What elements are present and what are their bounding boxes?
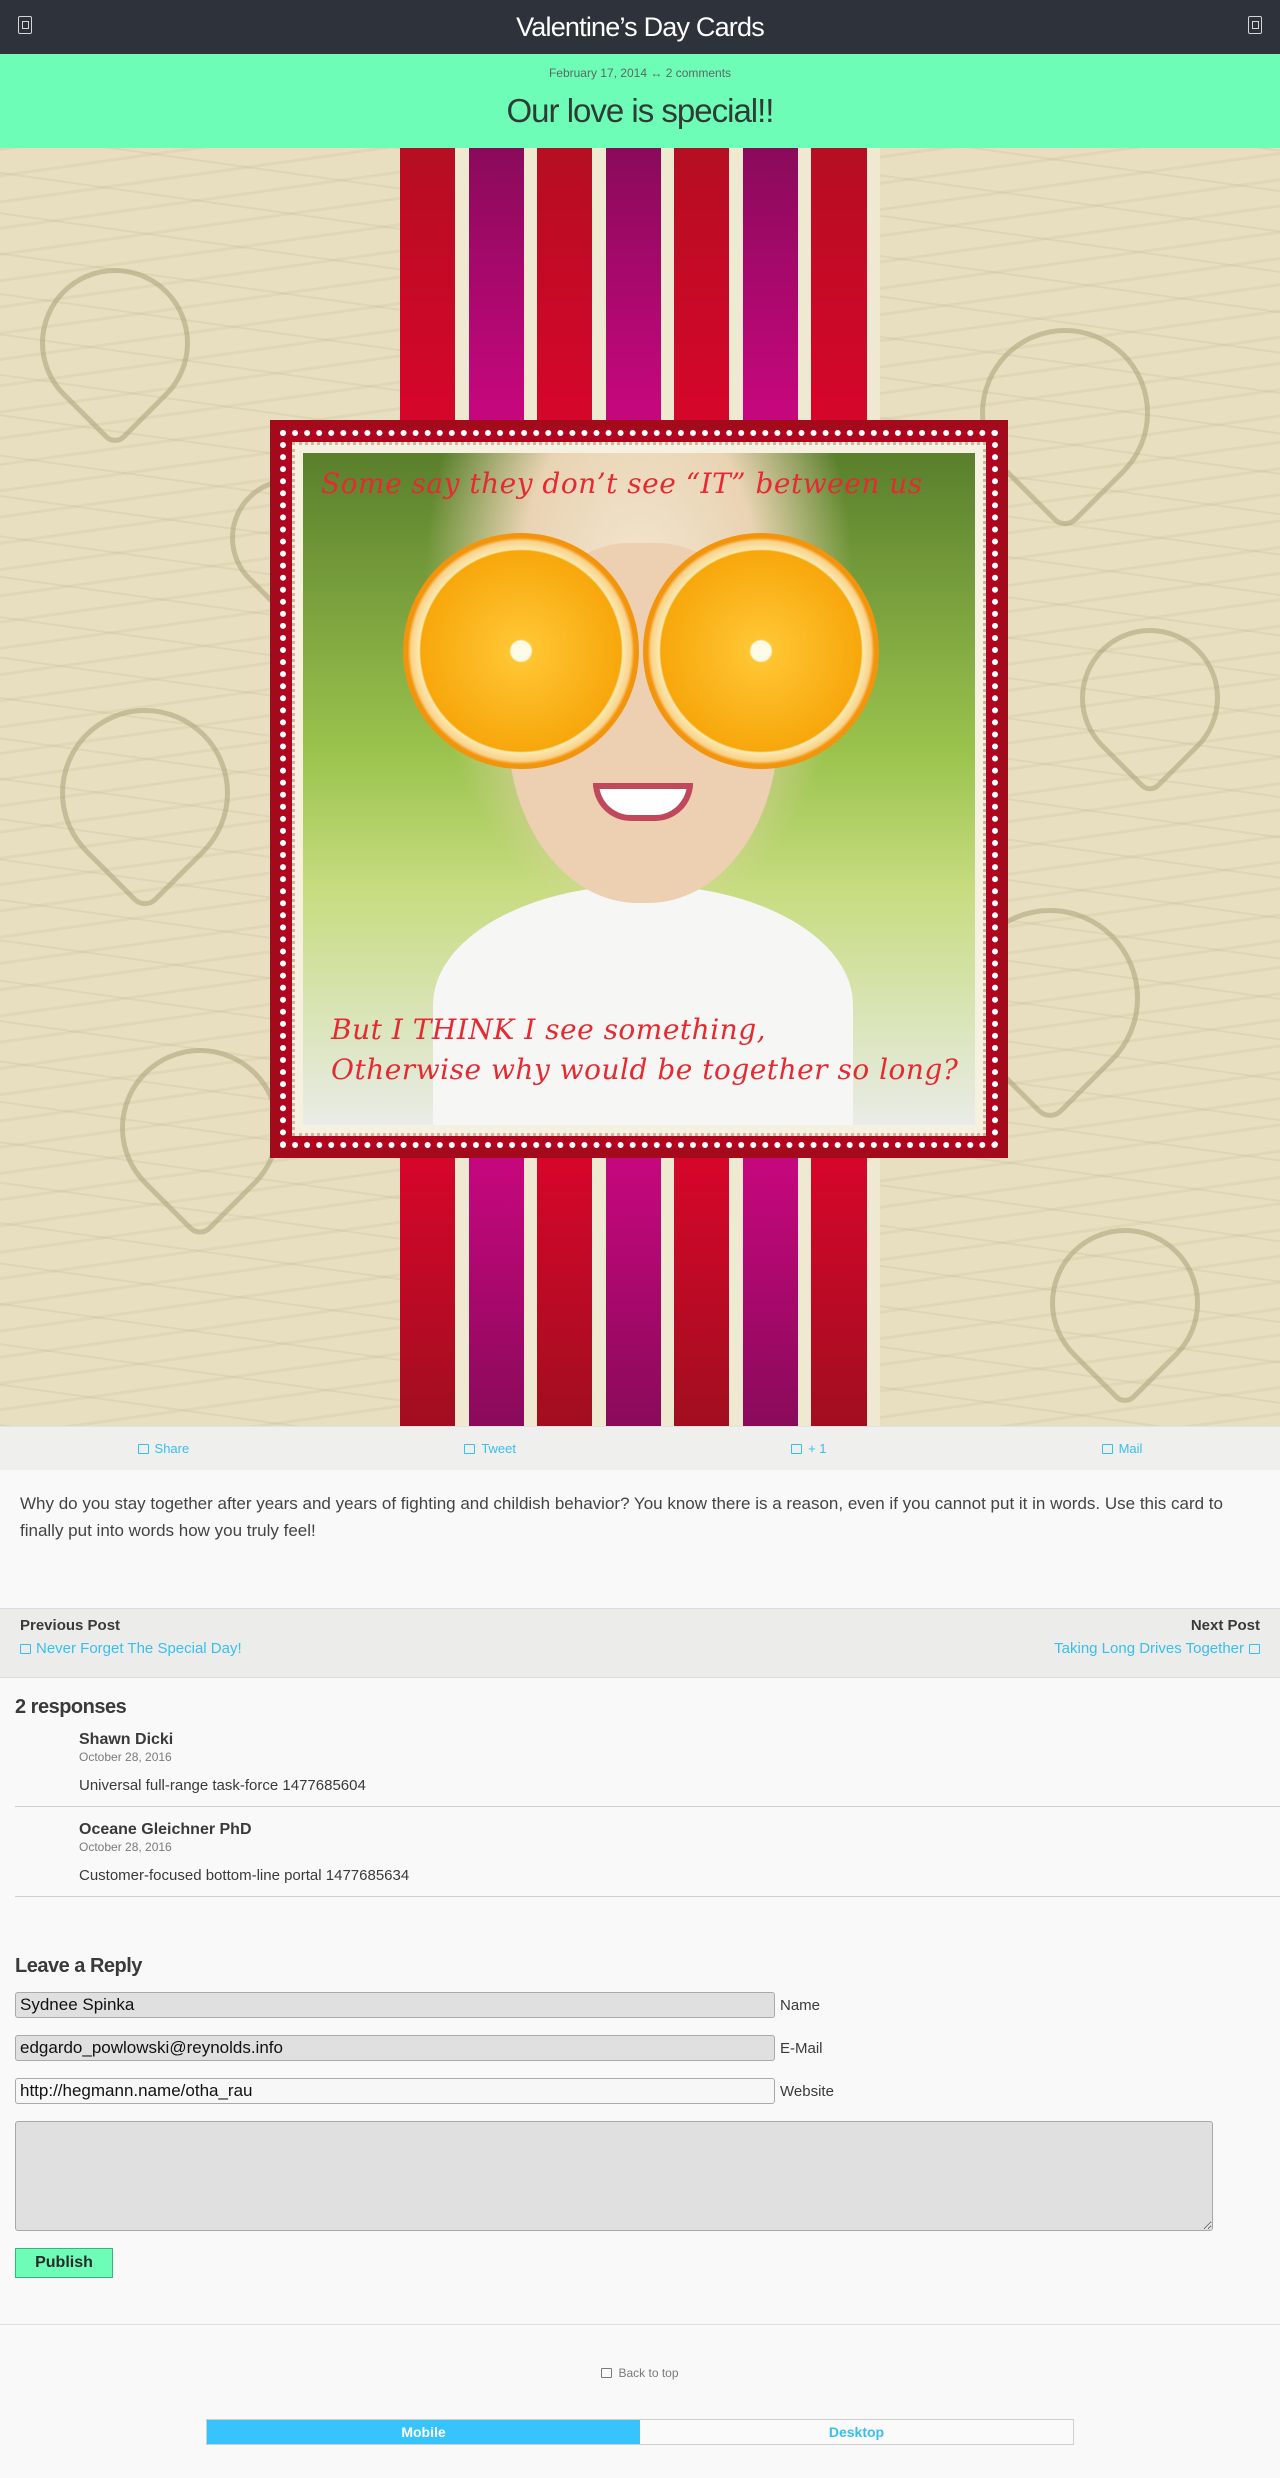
heart-doodle [1018, 1196, 1232, 1410]
publish-button[interactable]: Publish [15, 2248, 113, 2278]
responses-section: 2 responses Shawn Dicki October 28, 2016… [0, 1678, 1280, 1897]
heart-doodle [1051, 599, 1249, 797]
tweet-button[interactable]: Tweet [464, 1441, 516, 1456]
name-field[interactable] [15, 1992, 775, 2018]
comment: Shawn Dicki October 28, 2016 Universal f… [15, 1731, 1280, 1807]
card-photo: Some say they don’t see “IT” between us … [303, 453, 975, 1125]
view-switcher: Mobile Desktop [206, 2419, 1074, 2445]
next-post-link[interactable]: Taking Long Drives Together [1054, 1640, 1260, 1657]
next-post-heading: Next Post [1190, 1617, 1260, 1634]
mobile-view-button[interactable]: Mobile [207, 2420, 640, 2444]
reply-form: Leave a Reply Name E-Mail Website Publis… [0, 1911, 1280, 2278]
card-frame: Some say they don’t see “IT” between us … [270, 420, 1008, 1158]
back-to-top-link[interactable]: Back to top [601, 2366, 679, 2380]
comment-author: Oceane Gleichner PhD [79, 1821, 252, 1838]
comment-author: Shawn Dicki [79, 1731, 174, 1748]
previous-post-heading: Previous Post [20, 1617, 121, 1634]
plus-one-icon [791, 1443, 803, 1454]
post-body: Why do you stay together after years and… [20, 1494, 1223, 1540]
website-label: Website [780, 2082, 834, 2100]
menu-icon[interactable] [18, 16, 32, 34]
heart-doodle [8, 236, 222, 450]
comment-text: Customer-focused bottom-line portal 1477… [79, 1867, 410, 1884]
heart-doodle [24, 672, 266, 914]
post-header: February 17, 2014 ↔ 2 comments Our love … [0, 54, 1280, 148]
mail-button[interactable]: Mail [1101, 1441, 1142, 1456]
orange-right [643, 533, 879, 769]
arrow-right-icon [1249, 1643, 1260, 1654]
post-navigation: Previous Post Never Forget The Special D… [0, 1608, 1280, 1678]
reply-heading: Leave a Reply [15, 1955, 142, 1977]
card-text-bottom-1: But I THINK I see something, [331, 1013, 767, 1046]
arrow-up-icon [601, 2368, 613, 2378]
comment-text: Universal full-range task-force 14776856… [79, 1777, 366, 1794]
mail-icon [1101, 1443, 1113, 1454]
plus-one-button[interactable]: + 1 [791, 1441, 827, 1456]
card-image: Some say they don’t see “IT” between us … [0, 148, 1280, 1426]
sidebar-icon[interactable] [1248, 16, 1262, 34]
comment-date: October 28, 2016 [79, 1750, 172, 1764]
meta-separator: ↔ [650, 66, 663, 80]
comment-date: October 28, 2016 [79, 1840, 172, 1854]
share-icon [137, 1443, 149, 1454]
post-title: Our love is special!! [506, 92, 775, 129]
site-footer: Back to top Mobile Desktop [0, 2324, 1280, 2478]
comment-textarea[interactable] [15, 2121, 1213, 2231]
arrow-left-icon [20, 1643, 31, 1654]
previous-post-link[interactable]: Never Forget The Special Day! [20, 1640, 242, 1657]
orange-left [403, 533, 639, 769]
responses-heading: 2 responses [15, 1696, 127, 1718]
comment: Oceane Gleichner PhD October 28, 2016 Cu… [15, 1821, 1280, 1897]
card-text-top: Some say they don’t see “IT” between us [321, 467, 923, 500]
comments-link[interactable]: 2 comments [666, 66, 731, 80]
post-meta: February 17, 2014 ↔ 2 comments [0, 66, 1280, 80]
website-field[interactable] [15, 2078, 775, 2104]
email-field[interactable] [15, 2035, 775, 2061]
email-label: E-Mail [780, 2039, 823, 2057]
tweet-icon [464, 1443, 476, 1454]
share-button[interactable]: Share [137, 1441, 189, 1456]
card-text-bottom-2: Otherwise why would be together so long? [331, 1053, 959, 1086]
site-header: Valentine’s Day Cards [0, 0, 1280, 54]
desktop-view-button[interactable]: Desktop [640, 2420, 1073, 2444]
name-label: Name [780, 1996, 821, 2014]
site-title[interactable]: Valentine’s Day Cards [516, 12, 765, 43]
share-bar: Share Tweet + 1 Mail [0, 1426, 1280, 1470]
post-date[interactable]: February 17, 2014 [549, 66, 647, 80]
